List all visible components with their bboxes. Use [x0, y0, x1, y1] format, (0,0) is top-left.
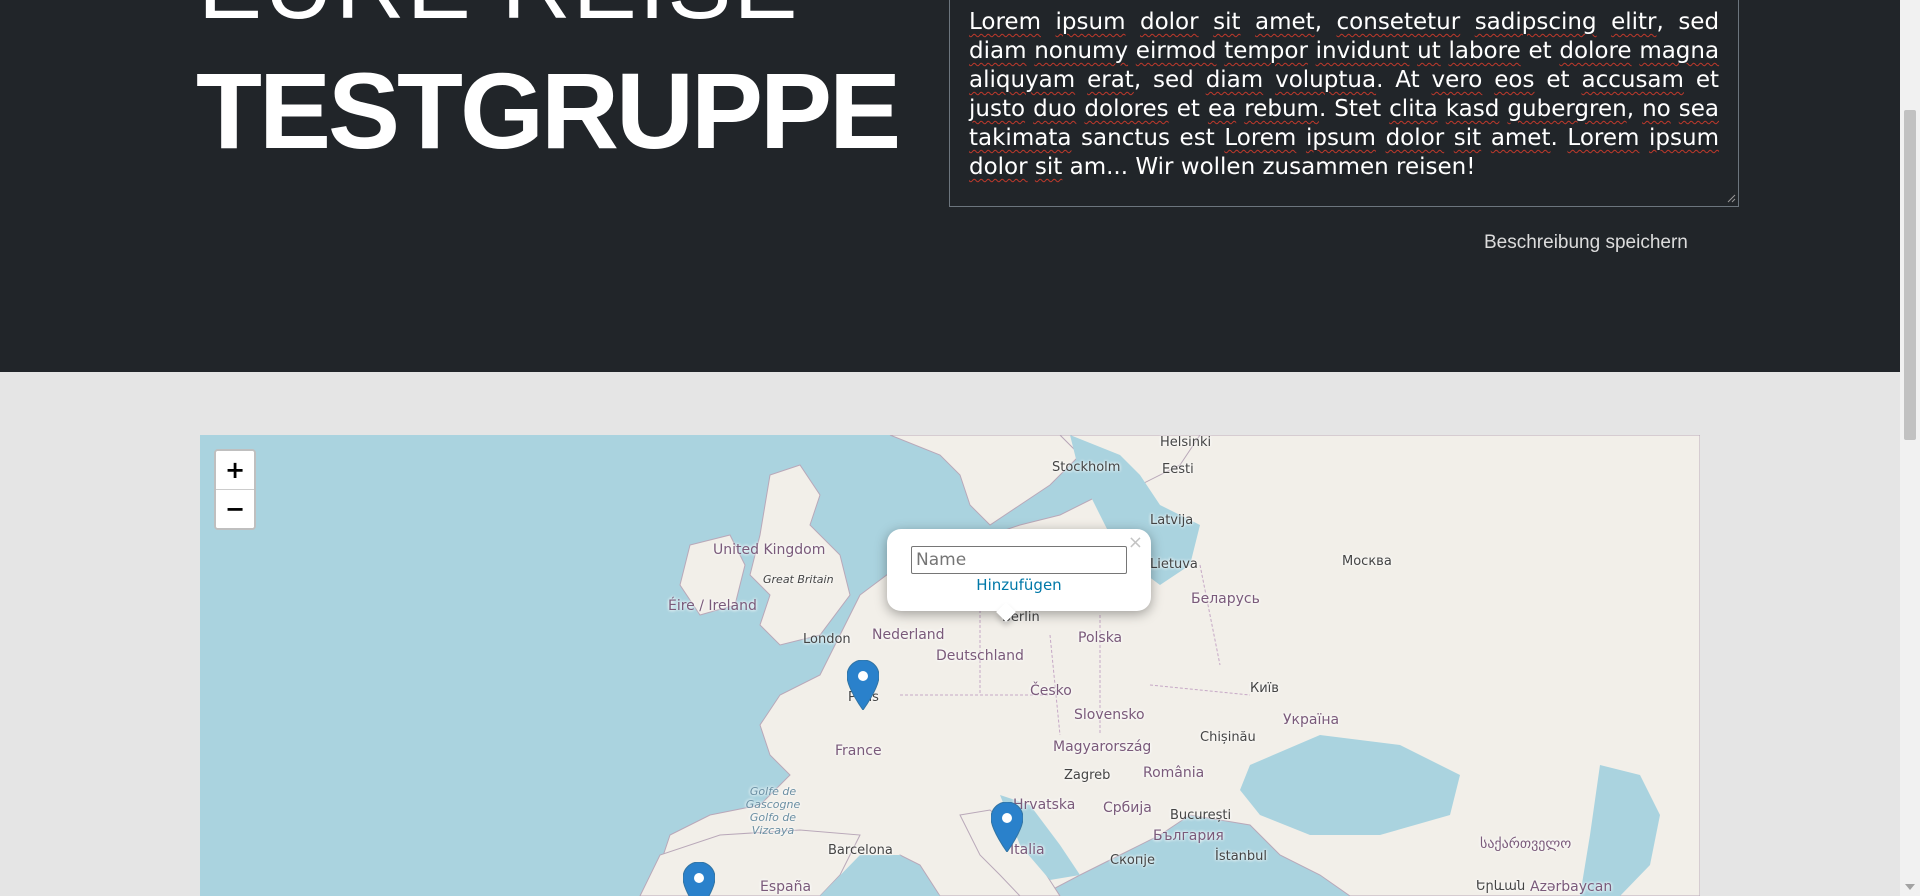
map-marker-italy[interactable]	[991, 802, 1023, 852]
hero-header: EURE REISE TESTGRUPPE Lorem ipsum dolor …	[0, 0, 1900, 372]
map-label-ireland: Éire / Ireland	[668, 598, 757, 614]
spellcheck-word: ipsum	[1649, 125, 1720, 151]
map-label-bucuresti: București	[1170, 808, 1232, 823]
trip-kicker-heading: EURE REISE	[198, 0, 799, 34]
map-label-kyiv: Київ	[1250, 681, 1279, 696]
spellcheck-word: clita	[1389, 96, 1438, 122]
zoom-out-button[interactable]: −	[216, 490, 254, 528]
map-label-ukraina: Україна	[1283, 712, 1340, 728]
map-tiles[interactable]	[200, 435, 1700, 896]
spellcheck-word: duo	[1033, 96, 1077, 122]
add-place-button[interactable]: Hinzufügen	[887, 576, 1151, 594]
spellcheck-word: ea	[1207, 96, 1237, 122]
spellcheck-word: sea	[1678, 96, 1720, 122]
spellcheck-word: dolor	[1140, 9, 1199, 35]
spellcheck-word: diam	[969, 38, 1027, 64]
map-label-magyarorszag: Magyarország	[1053, 739, 1152, 755]
spellcheck-word: sit	[1453, 125, 1482, 151]
spellcheck-word: sit	[1213, 9, 1241, 35]
map-label-espana: España	[760, 879, 812, 895]
map-label-london: London	[803, 632, 851, 647]
spellcheck-word: aliquyam	[969, 67, 1076, 93]
map-label-uk: United Kingdom	[713, 542, 826, 558]
map-label-stockholm: Stockholm	[1052, 460, 1121, 475]
spellcheck-word: takimata	[969, 125, 1072, 151]
spellcheck-word: nonumy	[1034, 38, 1129, 64]
map-label-zagreb: Zagreb	[1064, 768, 1111, 783]
spellcheck-word: magna	[1639, 38, 1720, 64]
spellcheck-word: justo	[969, 96, 1026, 122]
spellcheck-word: dolor	[1385, 125, 1445, 151]
spellcheck-word: sadipscing	[1474, 9, 1597, 35]
spellcheck-word: dolore	[1559, 38, 1632, 64]
map-label-golfe: Golfe de Gascogne Golfo de Vizcaya	[745, 785, 801, 837]
spellcheck-word: diam	[1205, 67, 1264, 93]
zoom-in-button[interactable]: +	[216, 451, 254, 490]
spellcheck-word: consetetur	[1336, 9, 1461, 35]
map-label-eesti: Eesti	[1162, 462, 1194, 477]
map-label-slovensko: Slovensko	[1074, 707, 1145, 723]
spellcheck-word: dolores	[1084, 96, 1169, 122]
spellcheck-word: invidunt	[1315, 38, 1410, 64]
map-label-chisinau: Chișinău	[1200, 730, 1256, 745]
spellcheck-word: vero	[1431, 67, 1483, 93]
spellcheck-word: rebum	[1244, 96, 1319, 122]
map-label-polska: Polska	[1078, 630, 1123, 646]
spellcheck-word: no	[1642, 96, 1671, 122]
spellcheck-word: eos	[1494, 67, 1535, 93]
spellcheck-word: Lorem	[969, 9, 1041, 35]
spellcheck-word: amet	[1490, 125, 1551, 151]
spellcheck-word: Lorem	[1224, 125, 1297, 151]
spellcheck-word: ipsum	[1305, 125, 1376, 151]
zoom-control: + −	[214, 449, 256, 530]
map-label-france: France	[835, 743, 882, 759]
group-name-heading: TESTGRUPPE	[196, 50, 901, 171]
spellcheck-word: tempor	[1224, 38, 1308, 64]
spellcheck-word: eirmod	[1135, 38, 1217, 64]
map-label-moskva: Москва	[1342, 554, 1392, 569]
description-textarea[interactable]: Lorem ipsum dolor sit amet, consetetur s…	[949, 0, 1739, 207]
popup-close-icon[interactable]: ×	[1128, 532, 1143, 553]
scroll-down-arrow-icon[interactable]	[1905, 884, 1915, 890]
spellcheck-word: sit	[1034, 154, 1063, 180]
spellcheck-word: gubergren	[1507, 96, 1627, 122]
map-label-helsinki: Helsinki	[1160, 435, 1212, 450]
map-label-skopje: Скопје	[1110, 853, 1155, 868]
map-label-azerbaycan: Azərbaycan	[1530, 879, 1613, 895]
spellcheck-word: ipsum	[1055, 9, 1126, 35]
spellcheck-word: kasd	[1445, 96, 1500, 122]
map-label-srbija: Србија	[1103, 800, 1152, 816]
save-description-button[interactable]: Beschreibung speichern	[1484, 232, 1688, 254]
map-label-yerevan: Երևան	[1476, 879, 1526, 894]
map-label-sakartvelo: საქართველო	[1480, 836, 1572, 852]
add-place-popup: × Hinzufügen	[887, 529, 1151, 622]
spellcheck-word: accusam	[1581, 67, 1684, 93]
page-scrollbar[interactable]	[1900, 0, 1920, 896]
map-label-cesko: Česko	[1030, 683, 1072, 699]
map-label-barcelona: Barcelona	[828, 843, 893, 858]
spellcheck-word: labore	[1448, 38, 1521, 64]
spellcheck-word: ut	[1417, 38, 1441, 64]
map-label-romania: România	[1143, 765, 1205, 781]
map-label-belarus: Беларусь	[1191, 591, 1260, 607]
map-label-bulgaria: България	[1153, 828, 1224, 844]
map-label-great-britain: Great Britain	[763, 573, 834, 586]
place-name-input[interactable]	[911, 546, 1127, 574]
map-label-lietuva: Lietuva	[1150, 557, 1198, 572]
trip-map[interactable]: Helsinki Stockholm Eesti Latvija Lietuva…	[200, 435, 1700, 896]
map-label-istanbul: İstanbul	[1215, 849, 1268, 864]
spellcheck-word: erat	[1087, 67, 1134, 93]
spellcheck-word: voluptua	[1275, 67, 1377, 93]
map-label-latvija: Latvija	[1150, 513, 1194, 528]
spellcheck-word: dolor	[969, 154, 1028, 180]
spellcheck-word: amet	[1255, 9, 1315, 35]
scrollbar-thumb[interactable]	[1904, 110, 1916, 440]
resize-grip-icon[interactable]	[1726, 193, 1736, 203]
map-label-nederland: Nederland	[872, 627, 945, 643]
map-marker-iberia[interactable]	[683, 862, 715, 896]
map-marker-paris[interactable]	[847, 660, 879, 710]
map-label-deutschland: Deutschland	[936, 648, 1024, 664]
spellcheck-word: elitr	[1611, 9, 1657, 35]
spellcheck-word: Lorem	[1567, 125, 1640, 151]
